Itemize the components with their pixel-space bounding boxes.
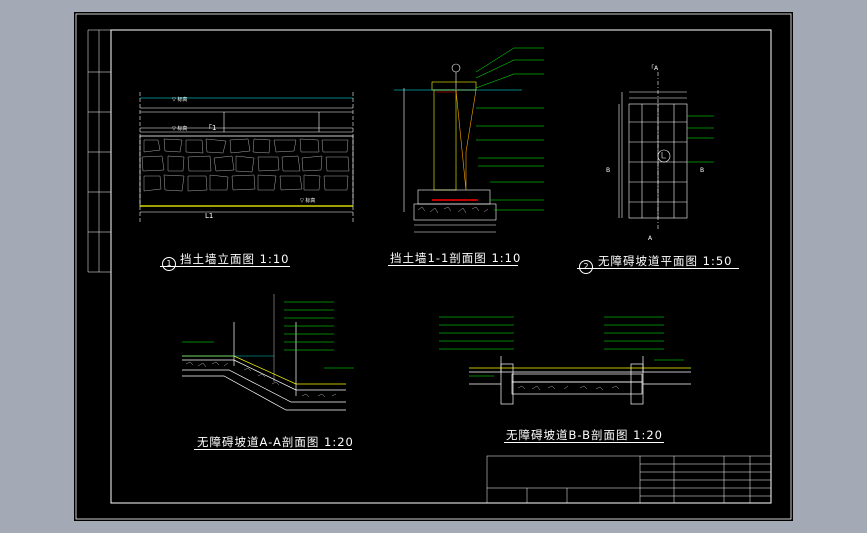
sectionBB-drawing (439, 316, 691, 405)
svg-text:▽ 标高: ▽ 标高 (300, 197, 315, 204)
sectionBB-title: 无障碍坡道B-B剖面图 1:20 (506, 428, 663, 442)
elevation-title: 挡土墙立面图 1:10 (180, 252, 290, 266)
title-block (486, 455, 772, 504)
sectionAA-drawing (182, 294, 354, 411)
svg-text:「1: 「1 (205, 124, 216, 132)
svg-text:▽ 标高: ▽ 标高 (172, 125, 187, 132)
svg-text:L1: L1 (205, 212, 213, 220)
plan-title: 无障碍坡道平面图 1:50 (598, 254, 733, 268)
plan-title-underline (577, 268, 739, 269)
elevation-marker: 1 (162, 257, 176, 271)
elevation-drawing: ▽ 标高 ▽ 标高 「1 L1 ▽ 标高 (139, 92, 354, 222)
plan-marker: 2 (579, 260, 593, 274)
svg-text:B: B (606, 167, 610, 174)
svg-text:A: A (648, 235, 653, 242)
svg-text:▽ 标高: ▽ 标高 (172, 96, 187, 103)
binding-strip (87, 29, 111, 273)
section11-title: 挡土墙1-1剖面图 1:10 (390, 251, 522, 265)
svg-text:B: B (700, 167, 704, 174)
section11-title-underline (388, 265, 518, 266)
sectionAA-title-underline (194, 449, 352, 450)
sectionBB-title-underline (504, 442, 664, 443)
svg-text:「A: 「A (648, 65, 659, 72)
elevation-title-underline (160, 266, 290, 267)
drawing-sheet: ▽ 标高 ▽ 标高 「1 L1 ▽ 标高 「A A B B 1 挡土墙立面图 1… (74, 12, 793, 521)
plan-drawing: 「A A B B (606, 65, 714, 242)
sectionAA-title: 无障碍坡道A-A剖面图 1:20 (197, 435, 354, 449)
section11-drawing (394, 47, 544, 233)
